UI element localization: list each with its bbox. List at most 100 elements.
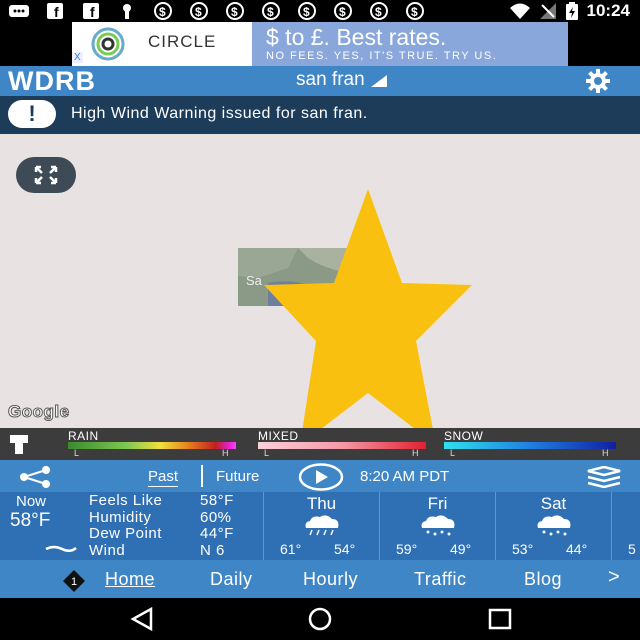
ad-subline: NO FEES. YES, IT'S TRUE. TRY US.	[266, 50, 498, 62]
svg-text:$: $	[339, 5, 346, 19]
star-icon[interactable]	[260, 189, 476, 445]
ad-headline: $ to £. Best rates.	[266, 24, 447, 50]
condition-values: 58°F 60% 44°F N 6	[200, 492, 234, 559]
back-icon[interactable]	[130, 607, 154, 631]
legend-mixed-scale	[258, 442, 426, 449]
dollar-icon: $	[364, 2, 394, 20]
forecast-high: 53°	[512, 541, 534, 557]
wifi-icon	[509, 3, 530, 19]
legend-rain: RAIN L H	[68, 428, 240, 460]
wdrb-logo: WDRB	[8, 66, 96, 96]
future-toggle[interactable]: Future	[216, 468, 259, 485]
forecast-strip: Now 58°F Feels Like Humidity Dew Point W…	[0, 492, 640, 560]
forecast-day-partial[interactable]: 5	[612, 492, 640, 560]
nav-blog[interactable]: Blog	[524, 569, 562, 590]
ad-banner-container: CIRCLE $ to £. Best rates. NO FEES. YES,…	[0, 22, 640, 66]
feels-like-value: 58°F	[200, 492, 234, 509]
play-button[interactable]	[298, 463, 344, 491]
legend-snow-low: L	[450, 448, 456, 458]
forecast-high: 59°	[396, 541, 418, 557]
dollar-icon: $	[148, 2, 178, 20]
current-conditions[interactable]: Now 58°F Feels Like Humidity Dew Point W…	[0, 492, 264, 560]
svg-text:$: $	[159, 5, 166, 19]
recents-icon[interactable]	[488, 607, 512, 631]
precip-legend: RAIN L H MIXED L H SNOW L H	[0, 428, 640, 460]
forecast-day-name: Sat	[540, 494, 567, 513]
svg-text:$: $	[303, 5, 310, 19]
forecast-day-name: Fri	[427, 494, 448, 513]
ad-close-button[interactable]: X	[72, 52, 83, 63]
status-bar: f f $ $ $ $ $ $ $ $ 10:24	[0, 0, 640, 22]
location-label: san fran	[296, 69, 365, 90]
signal-icon	[539, 3, 556, 19]
facebook-icon: f	[40, 2, 70, 20]
nav-hourly[interactable]: Hourly	[303, 569, 358, 590]
dew-point-value: 44°F	[200, 525, 234, 542]
home-icon[interactable]	[308, 607, 332, 631]
radar-timeline: Past Future 8:20 AM PDT	[0, 460, 640, 492]
wind-value: N 6	[200, 541, 225, 559]
humidity-label: Humidity	[89, 508, 152, 526]
svg-text:f: f	[54, 4, 59, 20]
rain-cloud-icon	[421, 515, 455, 536]
dropdown-caret-icon	[370, 75, 387, 87]
fullscreen-button[interactable]	[16, 157, 76, 193]
weather-alert[interactable]: ! High Wind Warning issued for san fran.	[0, 96, 640, 134]
forecast-day-name: Thu	[306, 494, 337, 513]
forecast-day[interactable]: Fri 59° 49°	[380, 492, 496, 560]
location-selector[interactable]: san fran	[296, 69, 387, 91]
radar-map[interactable]: Sa Google	[0, 134, 640, 445]
dew-point-label: Dew Point	[89, 525, 162, 542]
dollar-icon: $	[400, 2, 430, 20]
legend-rain-scale	[68, 442, 236, 449]
legend-mixed: MIXED L H	[258, 428, 430, 460]
legend-rain-title: RAIN	[68, 429, 99, 443]
flashlight-icon[interactable]	[8, 433, 30, 455]
badge-count: 1	[71, 576, 77, 588]
past-toggle[interactable]: Past	[148, 468, 179, 487]
bottom-nav: 1 Home Daily Hourly Traffic Blog >	[0, 560, 640, 598]
message-icon	[4, 2, 34, 20]
google-attribution: Google	[8, 402, 70, 422]
wind-label: Wind	[89, 541, 126, 559]
nav-traffic[interactable]: Traffic	[414, 569, 467, 590]
forecast-low: 54°	[334, 541, 356, 557]
expand-icon	[34, 165, 58, 185]
radar-time: 8:20 AM PDT	[360, 468, 450, 485]
current-temp: 58°F	[10, 510, 51, 531]
ad-banner[interactable]: CIRCLE $ to £. Best rates. NO FEES. YES,…	[72, 22, 568, 66]
keyhole-icon	[112, 2, 142, 20]
dollar-icon: $	[256, 2, 286, 20]
legend-mixed-title: MIXED	[258, 429, 299, 443]
forecast-high: 5	[628, 541, 636, 557]
legend-mixed-low: L	[264, 448, 270, 458]
feels-like-label: Feels Like	[89, 492, 163, 509]
battery-icon	[565, 2, 578, 20]
svg-text:$: $	[375, 5, 382, 19]
svg-text:f: f	[90, 4, 95, 20]
nav-more-chevron-icon[interactable]: >	[608, 566, 620, 589]
forecast-day[interactable]: Sat 53° 44°	[496, 492, 612, 560]
legend-snow-high: H	[602, 448, 609, 458]
dollar-icon: $	[220, 2, 250, 20]
legend-rain-high: H	[222, 448, 229, 458]
nav-home[interactable]: Home	[105, 569, 155, 590]
toggle-divider	[201, 465, 203, 487]
forecast-low: 49°	[450, 541, 472, 557]
circle-logo-icon	[91, 27, 125, 61]
clock: 10:24	[586, 1, 630, 20]
nav-daily[interactable]: Daily	[210, 569, 253, 590]
forecast-day[interactable]: Thu 61° 54°	[264, 492, 380, 560]
svg-text:$: $	[411, 5, 418, 19]
share-icon[interactable]	[18, 466, 52, 488]
humidity-value: 60%	[200, 508, 232, 526]
notification-badge[interactable]: 1	[62, 569, 86, 593]
gear-icon[interactable]	[586, 69, 610, 93]
ad-copy: $ to £. Best rates. NO FEES. YES, IT'S T…	[252, 22, 568, 66]
ad-logo-text: CIRCLE	[148, 32, 217, 51]
alert-text: High Wind Warning issued for san fran.	[71, 105, 368, 122]
layers-icon[interactable]	[586, 466, 622, 488]
rain-cloud-icon	[305, 515, 339, 536]
legend-rain-low: L	[74, 448, 80, 458]
forecast-low: 44°	[566, 541, 588, 557]
